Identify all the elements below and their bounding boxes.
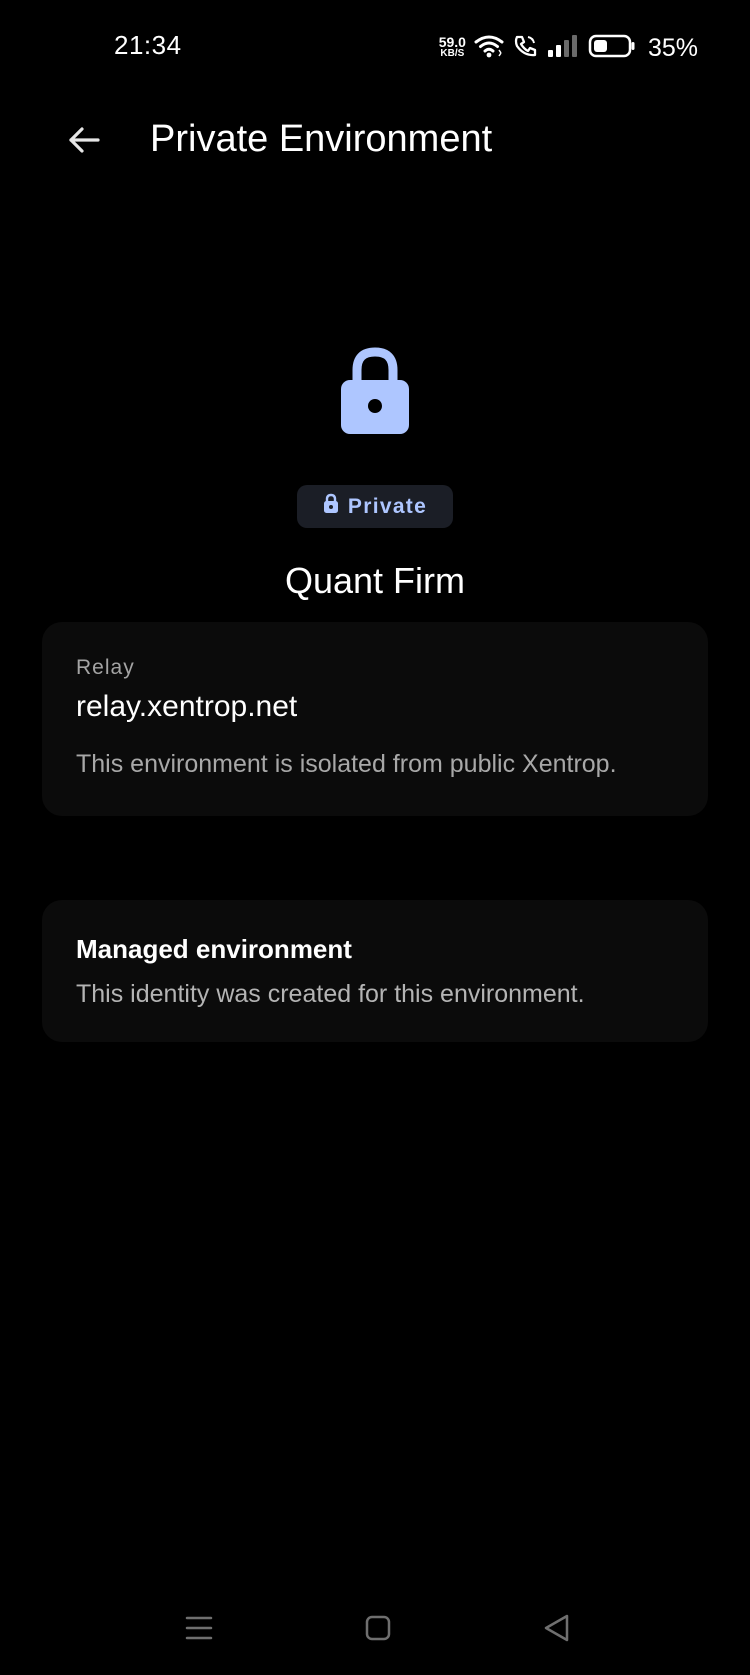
managed-environment-card: Managed environment This identity was cr… xyxy=(42,900,708,1042)
signal-icon xyxy=(546,33,580,64)
relay-card: Relay relay.xentrop.net This environment… xyxy=(42,622,708,816)
nav-back-button[interactable] xyxy=(537,1610,577,1650)
status-time: 21:34 xyxy=(114,30,182,60)
nav-menu-button[interactable] xyxy=(179,1610,219,1650)
network-speed: 59.0 KB/S xyxy=(438,34,466,60)
organization-name: Quant Firm xyxy=(284,560,466,601)
network-speed-value: 59.0 xyxy=(438,34,466,50)
back-button[interactable] xyxy=(62,122,106,162)
arrow-left-icon xyxy=(67,125,101,160)
private-badge: Private xyxy=(297,485,453,528)
lock-icon xyxy=(323,493,339,520)
relay-value: relay.xentrop.net xyxy=(76,690,298,723)
call-icon xyxy=(512,33,538,64)
system-nav-bar xyxy=(0,1600,750,1660)
status-icons: 59.0 KB/S 35% xyxy=(439,30,698,66)
status-bar: 21:34 59.0 KB/S 35% xyxy=(0,0,750,96)
relay-label: Relay xyxy=(76,656,135,679)
menu-icon xyxy=(184,1614,214,1647)
private-badge-label: Private xyxy=(347,494,428,518)
battery-percent: 35% xyxy=(647,33,698,62)
battery-icon xyxy=(588,33,636,64)
relay-description: This environment is isolated from public… xyxy=(76,750,617,778)
lock-icon xyxy=(339,344,411,436)
managed-environment-title: Managed environment xyxy=(76,934,352,964)
triangle-back-icon xyxy=(542,1613,572,1648)
page-title: Private Environment xyxy=(150,118,493,160)
nav-home-button[interactable] xyxy=(358,1610,398,1650)
app-header: Private Environment xyxy=(0,110,750,174)
network-speed-unit: KB/S xyxy=(440,48,465,59)
wifi-icon xyxy=(474,33,504,64)
square-icon xyxy=(363,1613,393,1648)
managed-environment-description: This identity was created for this envir… xyxy=(76,980,585,1008)
